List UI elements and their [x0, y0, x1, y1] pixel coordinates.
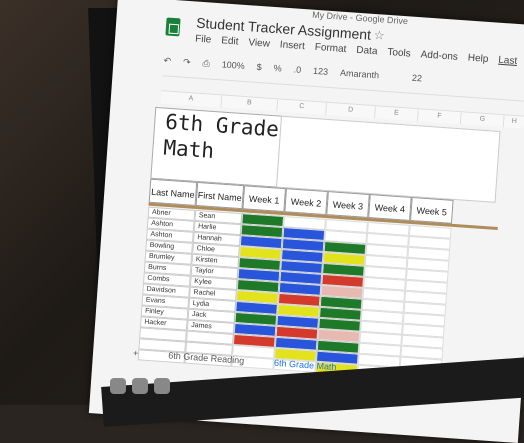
dock — [110, 378, 170, 394]
zoom-select[interactable]: 100% — [221, 59, 245, 71]
font-select[interactable]: Amaranth — [340, 68, 401, 82]
menu-format[interactable]: Format — [314, 42, 346, 55]
more-formats-button[interactable]: 123 — [313, 66, 329, 77]
dock-app-icon[interactable] — [110, 378, 126, 394]
header-first-name[interactable]: First Name — [195, 181, 245, 210]
header-last-name[interactable]: Last Name — [148, 178, 198, 206]
header-week-1[interactable]: Week 1 — [242, 185, 287, 213]
dock-app-icon[interactable] — [132, 378, 148, 394]
column-header[interactable]: B — [221, 95, 279, 112]
menu-data[interactable]: Data — [356, 45, 378, 57]
header-week-4[interactable]: Week 4 — [368, 194, 412, 221]
percent-button[interactable]: % — [273, 63, 282, 74]
decimal-button[interactable]: .0 — [293, 64, 301, 74]
title-cell[interactable]: 6th Grade Math — [150, 106, 283, 188]
menu-edit[interactable]: Edit — [221, 35, 239, 47]
last-edit-link[interactable]: Last — [498, 55, 518, 67]
font-size-select[interactable]: 22 — [412, 73, 423, 84]
menu-view[interactable]: View — [248, 37, 270, 49]
menu-help[interactable]: Help — [467, 53, 488, 65]
add-sheet-icon[interactable]: + — [133, 348, 139, 358]
undo-icon[interactable]: ↶ — [163, 55, 171, 66]
column-header[interactable]: C — [277, 99, 328, 115]
column-header[interactable]: H — [503, 115, 524, 129]
header-week-3[interactable]: Week 3 — [326, 191, 370, 218]
column-header[interactable]: E — [375, 106, 419, 122]
menu-addons[interactable]: Add-ons — [420, 49, 458, 63]
header-week-2[interactable]: Week 2 — [284, 188, 328, 216]
star-icon[interactable]: ☆ — [373, 28, 385, 43]
column-header[interactable]: D — [326, 102, 376, 119]
print-icon[interactable]: ⎙ — [202, 58, 210, 69]
header-week-5[interactable]: Week 5 — [410, 196, 454, 224]
column-header[interactable]: F — [417, 109, 462, 125]
dock-app-icon[interactable] — [154, 378, 170, 394]
sheets-logo-icon[interactable] — [165, 17, 181, 37]
currency-button[interactable]: $ — [256, 62, 262, 72]
menu-tools[interactable]: Tools — [387, 47, 411, 60]
menu-file[interactable]: File — [195, 34, 212, 46]
column-header[interactable]: G — [460, 112, 505, 128]
redo-icon[interactable]: ↷ — [183, 56, 191, 67]
menu-insert[interactable]: Insert — [279, 39, 305, 52]
